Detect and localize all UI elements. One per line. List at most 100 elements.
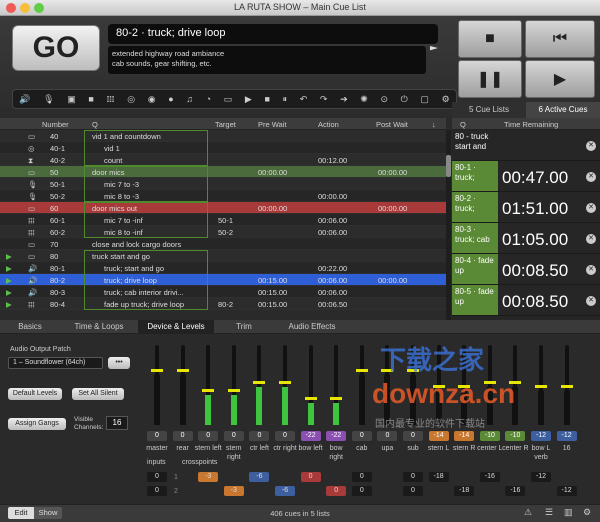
- close-icon[interactable]: ✕: [586, 234, 596, 244]
- channel-level-value[interactable]: 0: [403, 431, 423, 441]
- cue-row[interactable]: ▶ 🔊 80-2 truck; drive loop 00:15.00 00:06.00 0…: [0, 274, 446, 286]
- crosspoint-cell[interactable]: [480, 486, 500, 496]
- crosspoint-cell[interactable]: [531, 486, 551, 496]
- sysex-cue-icon[interactable]: ●: [168, 94, 173, 104]
- patch-select[interactable]: 1 – Soundflower (64ch): [8, 357, 103, 369]
- cue-row[interactable]: ▶ 🔊 80-1 truck; start and go 00:22.00: [0, 262, 446, 274]
- cue-row[interactable]: ▶ 🔊 80-3 truck; cab interior drivi... 00:15.…: [0, 286, 446, 298]
- channel-level-value[interactable]: -12: [531, 431, 551, 441]
- crosspoint-cell[interactable]: -16: [479, 472, 500, 482]
- mic-cue-icon[interactable]: 🎙: [43, 94, 54, 105]
- assign-gangs-button[interactable]: Assign Gangs: [8, 418, 66, 430]
- goto-cue-icon[interactable]: ➔: [340, 94, 348, 105]
- crosspoint-cell[interactable]: 0: [147, 472, 167, 482]
- channel-level-value[interactable]: 0: [172, 431, 193, 441]
- crosspoint-cell[interactable]: -3: [223, 486, 244, 496]
- fader-knob[interactable]: [279, 381, 291, 384]
- crosspoint-cell[interactable]: [198, 486, 218, 496]
- cue-row[interactable]: ◎ 40-1 vid 1: [0, 142, 446, 154]
- cue-row[interactable]: ▶ ▭ 80 truck start and go: [0, 250, 446, 262]
- fader-knob[interactable]: [560, 385, 573, 388]
- fader-knob[interactable]: [535, 385, 547, 388]
- tab-device-levels[interactable]: Device & Levels: [138, 320, 214, 334]
- visible-channels-input[interactable]: 16: [106, 416, 128, 430]
- channel-level-value[interactable]: 0: [147, 431, 167, 441]
- channel-level-value[interactable]: 0: [351, 431, 372, 441]
- col-q[interactable]: Q: [92, 120, 98, 129]
- pause-button[interactable]: ❚❚: [458, 60, 522, 98]
- active-cue[interactable]: 80-4 · fade up 00:08.50 ✕: [452, 254, 600, 285]
- stop-button[interactable]: ■: [458, 20, 522, 58]
- tab-cue-lists[interactable]: 5 Cue Lists: [452, 102, 526, 118]
- cue-row[interactable]: 🎙 50-1 mic 7 to -3: [0, 178, 446, 190]
- crosspoint-cell[interactable]: 0: [351, 486, 372, 496]
- midi-cue-icon[interactable]: ◉: [148, 94, 156, 105]
- panel-icon[interactable]: ▥: [564, 507, 573, 518]
- crosspoint-cell[interactable]: [173, 472, 193, 482]
- crosspoint-cell[interactable]: [454, 472, 474, 482]
- crosspoint-cell[interactable]: -18: [454, 486, 475, 496]
- col-number[interactable]: Number: [42, 120, 69, 129]
- crosspoint-cell[interactable]: -6: [249, 472, 270, 482]
- next-button[interactable]: ▶: [525, 60, 595, 98]
- crosspoint-cell[interactable]: [301, 486, 321, 496]
- stop-cue-icon[interactable]: ■: [264, 94, 269, 104]
- close-icon[interactable]: ✕: [586, 296, 596, 306]
- close-icon[interactable]: ✕: [586, 265, 596, 275]
- cue-row[interactable]: 𝍖 60-2 mic 8 to -inf 50-2 00:06.00: [0, 226, 446, 238]
- previous-button[interactable]: ⏮: [525, 20, 595, 58]
- cue-row[interactable]: 𝍖 60-1 mic 7 to -inf 50-1 00:06.00: [0, 214, 446, 226]
- channel-level-value[interactable]: -10: [505, 431, 526, 441]
- fader-knob[interactable]: [355, 369, 368, 372]
- load-cue-icon[interactable]: ↷: [320, 94, 328, 105]
- crosspoint-cell[interactable]: [249, 486, 269, 496]
- active-cue[interactable]: 80 - truck start and ✕: [452, 130, 600, 161]
- pause-cue-icon[interactable]: ⏸: [283, 94, 288, 105]
- crosspoint-cell[interactable]: 0: [147, 486, 167, 496]
- crosspoint-cell[interactable]: 0: [326, 486, 347, 496]
- fader-knob[interactable]: [151, 369, 163, 372]
- crosspoint-cell[interactable]: [377, 486, 397, 496]
- fader-knob[interactable]: [330, 397, 343, 400]
- memo-cue-icon[interactable]: ▢: [420, 94, 429, 105]
- channel-level-value[interactable]: -22: [300, 431, 321, 441]
- scrollbar-thumb[interactable]: [446, 155, 451, 177]
- sort-arrow-icon[interactable]: ↓: [432, 120, 436, 129]
- channel-level-value[interactable]: 0: [249, 431, 270, 441]
- crosspoint-cell[interactable]: [326, 472, 346, 482]
- active-cue[interactable]: 80-2 · truck; 01:51.00 ✕: [452, 192, 600, 223]
- channel-level-value[interactable]: 0: [377, 431, 398, 441]
- fader-knob[interactable]: [253, 381, 266, 384]
- start-cue-icon[interactable]: ▶: [245, 94, 252, 105]
- cue-row[interactable]: ▭ 70 close and lock cargo doors: [0, 238, 446, 250]
- cue-row[interactable]: 🎙 50-2 mic 8 to -3 00:00.00: [0, 190, 446, 202]
- go-button[interactable]: GO: [12, 25, 100, 71]
- active-cue[interactable]: 80-1 · truck; 00:47.00 ✕: [452, 161, 600, 192]
- crosspoint-cell[interactable]: -16: [505, 486, 526, 496]
- channel-level-value[interactable]: 0: [223, 431, 244, 441]
- cue-row[interactable]: ▭ 40 vid 1 and countdown: [0, 130, 446, 142]
- crosspoint-cell[interactable]: [557, 472, 577, 482]
- channel-level-value[interactable]: -10: [479, 431, 500, 441]
- crosspoint-cell[interactable]: 0: [300, 472, 321, 482]
- music-cue-icon[interactable]: ♫: [186, 94, 193, 104]
- channel-level-value[interactable]: 0: [275, 431, 295, 441]
- set-all-silent-button[interactable]: Set All Silent: [72, 388, 124, 400]
- network-cue-icon[interactable]: ◎: [127, 94, 135, 105]
- close-icon[interactable]: ✕: [586, 172, 596, 182]
- channel-level-value[interactable]: -14: [428, 431, 449, 441]
- video-cue-icon[interactable]: ▣: [67, 94, 76, 105]
- cue-row[interactable]: ▭ 50 door mics 00:00.00 00:00.00: [0, 166, 446, 178]
- crosspoint-cell[interactable]: 0: [403, 486, 423, 496]
- cue-row[interactable]: ⧗ 40-2 count 00:12.00: [0, 154, 446, 166]
- crosspoint-cell[interactable]: [377, 472, 397, 482]
- channel-level-value[interactable]: -14: [454, 431, 475, 441]
- crosspoint-cell[interactable]: -12: [556, 486, 577, 496]
- patch-edit-button[interactable]: •••: [108, 357, 130, 369]
- channel-level-value[interactable]: -22: [326, 431, 347, 441]
- crosspoint-cell[interactable]: -6: [275, 486, 295, 496]
- col-action[interactable]: Action: [318, 120, 339, 129]
- tab-time-loops[interactable]: Time & Loops: [62, 320, 136, 334]
- tab-basics[interactable]: Basics: [8, 320, 52, 334]
- active-cue[interactable]: 80-3 · truck; cab 01:05.00 ✕: [452, 223, 600, 254]
